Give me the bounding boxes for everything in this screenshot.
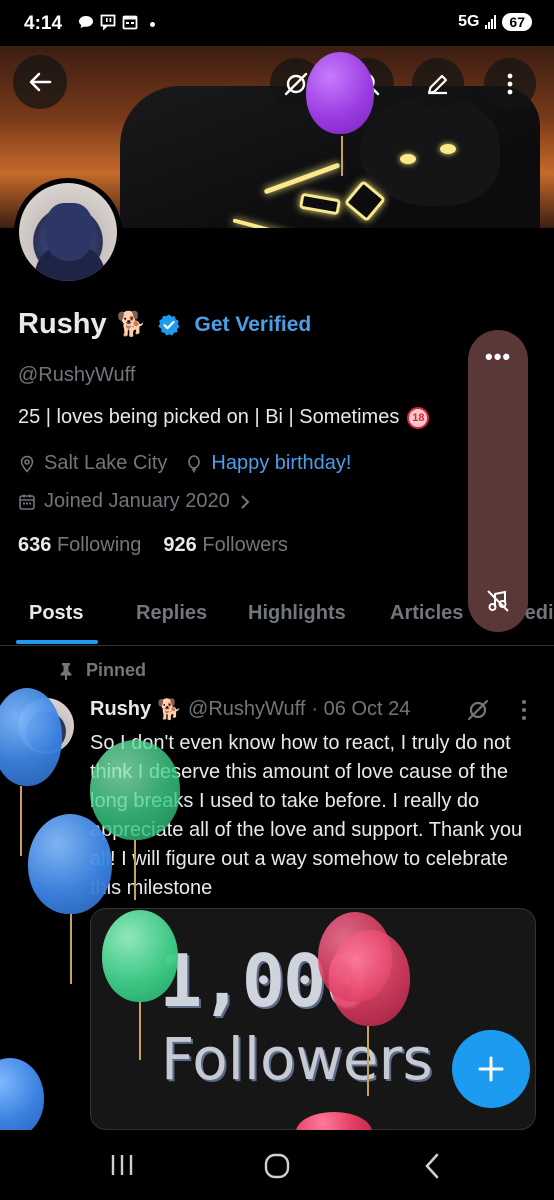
banner-eye bbox=[440, 144, 456, 154]
notification-icons bbox=[78, 14, 155, 34]
pinned-label: Pinned bbox=[86, 660, 147, 680]
joined-row[interactable]: Joined January 2020 bbox=[18, 490, 252, 513]
balloon-decoration bbox=[330, 930, 410, 1026]
network-type: 5G bbox=[458, 13, 480, 30]
balloon-decoration bbox=[90, 740, 180, 840]
balloon-string bbox=[139, 1002, 141, 1060]
profile-meta-line: Salt Lake City Happy birthday! bbox=[18, 452, 351, 475]
followers-label: Followers bbox=[202, 534, 288, 556]
banner-character-head bbox=[360, 96, 500, 206]
tab-articles[interactable]: Articles bbox=[390, 602, 463, 625]
birthday-link[interactable]: Happy birthday! bbox=[211, 452, 351, 475]
name-emoji: 🐕 bbox=[116, 311, 147, 338]
more-vertical-icon bbox=[507, 73, 513, 95]
more-button[interactable] bbox=[484, 58, 536, 110]
tweet-author-name[interactable]: Rushy bbox=[90, 698, 151, 721]
status-bar: 4:14 5G 67 bbox=[0, 0, 554, 46]
location-pin-icon bbox=[20, 455, 34, 473]
banner-eye bbox=[400, 154, 416, 164]
calendar-icon bbox=[19, 494, 35, 510]
chat-icon bbox=[78, 14, 94, 34]
tweet-author-emoji: 🐕 bbox=[157, 699, 183, 721]
profile-bio: 25 | loves being picked on | Bi | Someti… bbox=[18, 406, 430, 429]
edit-button[interactable] bbox=[412, 58, 464, 110]
profile-name-row: Rushy 🐕 Get Verified bbox=[18, 308, 311, 341]
balloon-string bbox=[70, 914, 72, 984]
chevron-right-icon bbox=[240, 494, 250, 509]
balloon-string bbox=[367, 1026, 369, 1096]
balloon-decoration bbox=[306, 52, 374, 134]
dot-icon bbox=[150, 21, 155, 27]
balloon-decoration bbox=[28, 814, 112, 914]
edit-icon bbox=[427, 74, 448, 95]
calendar-app-icon bbox=[122, 14, 138, 34]
balloon-string bbox=[341, 136, 343, 176]
arrow-left-icon bbox=[29, 72, 52, 92]
following-count: 636 bbox=[18, 534, 52, 556]
bio-text: 25 | loves being picked on | Bi | Someti… bbox=[18, 406, 400, 428]
media-line-2: Followers bbox=[161, 1025, 433, 1093]
tweet-date: · 06 Oct 24 bbox=[311, 698, 411, 720]
tab-posts[interactable]: Posts bbox=[29, 602, 83, 625]
home-icon[interactable] bbox=[263, 1152, 291, 1180]
tweet-header: Rushy 🐕 @RushyWuff · 06 Oct 24 bbox=[90, 697, 410, 722]
eighteen-plus-icon: 18 bbox=[407, 406, 430, 429]
twitch-icon bbox=[100, 14, 116, 34]
profile-handle: @RushyWuff bbox=[18, 364, 136, 386]
profile-location: Salt Lake City bbox=[44, 452, 168, 474]
avatar-image bbox=[19, 183, 117, 281]
status-time: 4:14 bbox=[24, 13, 63, 34]
following-label: Following bbox=[56, 534, 142, 556]
verified-badge-icon[interactable] bbox=[157, 313, 181, 337]
compose-button[interactable] bbox=[452, 1030, 530, 1108]
joined-date: Joined January 2020 bbox=[44, 490, 230, 512]
pin-icon bbox=[60, 662, 72, 680]
active-tab-indicator bbox=[16, 640, 98, 644]
grok-icon[interactable] bbox=[466, 698, 490, 722]
battery-level: 67 bbox=[502, 13, 532, 31]
pinned-indicator: Pinned bbox=[58, 660, 146, 681]
floating-media-control[interactable]: ••• bbox=[468, 330, 528, 632]
recent-apps-icon[interactable] bbox=[108, 1152, 136, 1178]
followers-count: 926 bbox=[163, 534, 197, 556]
more-vertical-icon[interactable] bbox=[516, 698, 532, 722]
followers-link[interactable]: 926 Followers bbox=[163, 534, 288, 557]
profile-avatar[interactable] bbox=[14, 178, 122, 286]
tab-replies[interactable]: Replies bbox=[136, 602, 207, 625]
balloon-icon bbox=[188, 454, 201, 472]
balloon-decoration bbox=[0, 1058, 44, 1138]
balloon-decoration bbox=[102, 910, 178, 1002]
balloon-string bbox=[20, 786, 22, 856]
tweet-author-handle: @RushyWuff bbox=[188, 698, 306, 720]
music-off-icon[interactable] bbox=[485, 588, 511, 614]
balloon-string bbox=[134, 840, 136, 900]
following-link[interactable]: 636 Following bbox=[18, 534, 141, 557]
follow-stats: 636 Following 926 Followers bbox=[18, 534, 288, 557]
back-nav-icon[interactable] bbox=[422, 1152, 442, 1180]
system-navigation-bar bbox=[0, 1130, 554, 1200]
back-button[interactable] bbox=[13, 55, 67, 109]
plus-icon bbox=[478, 1056, 504, 1082]
signal-icon bbox=[485, 15, 497, 29]
tab-highlights[interactable]: Highlights bbox=[248, 602, 346, 625]
more-horizontal-icon[interactable]: ••• bbox=[485, 344, 511, 370]
get-verified-link[interactable]: Get Verified bbox=[195, 313, 312, 337]
profile-name: Rushy bbox=[18, 308, 107, 340]
